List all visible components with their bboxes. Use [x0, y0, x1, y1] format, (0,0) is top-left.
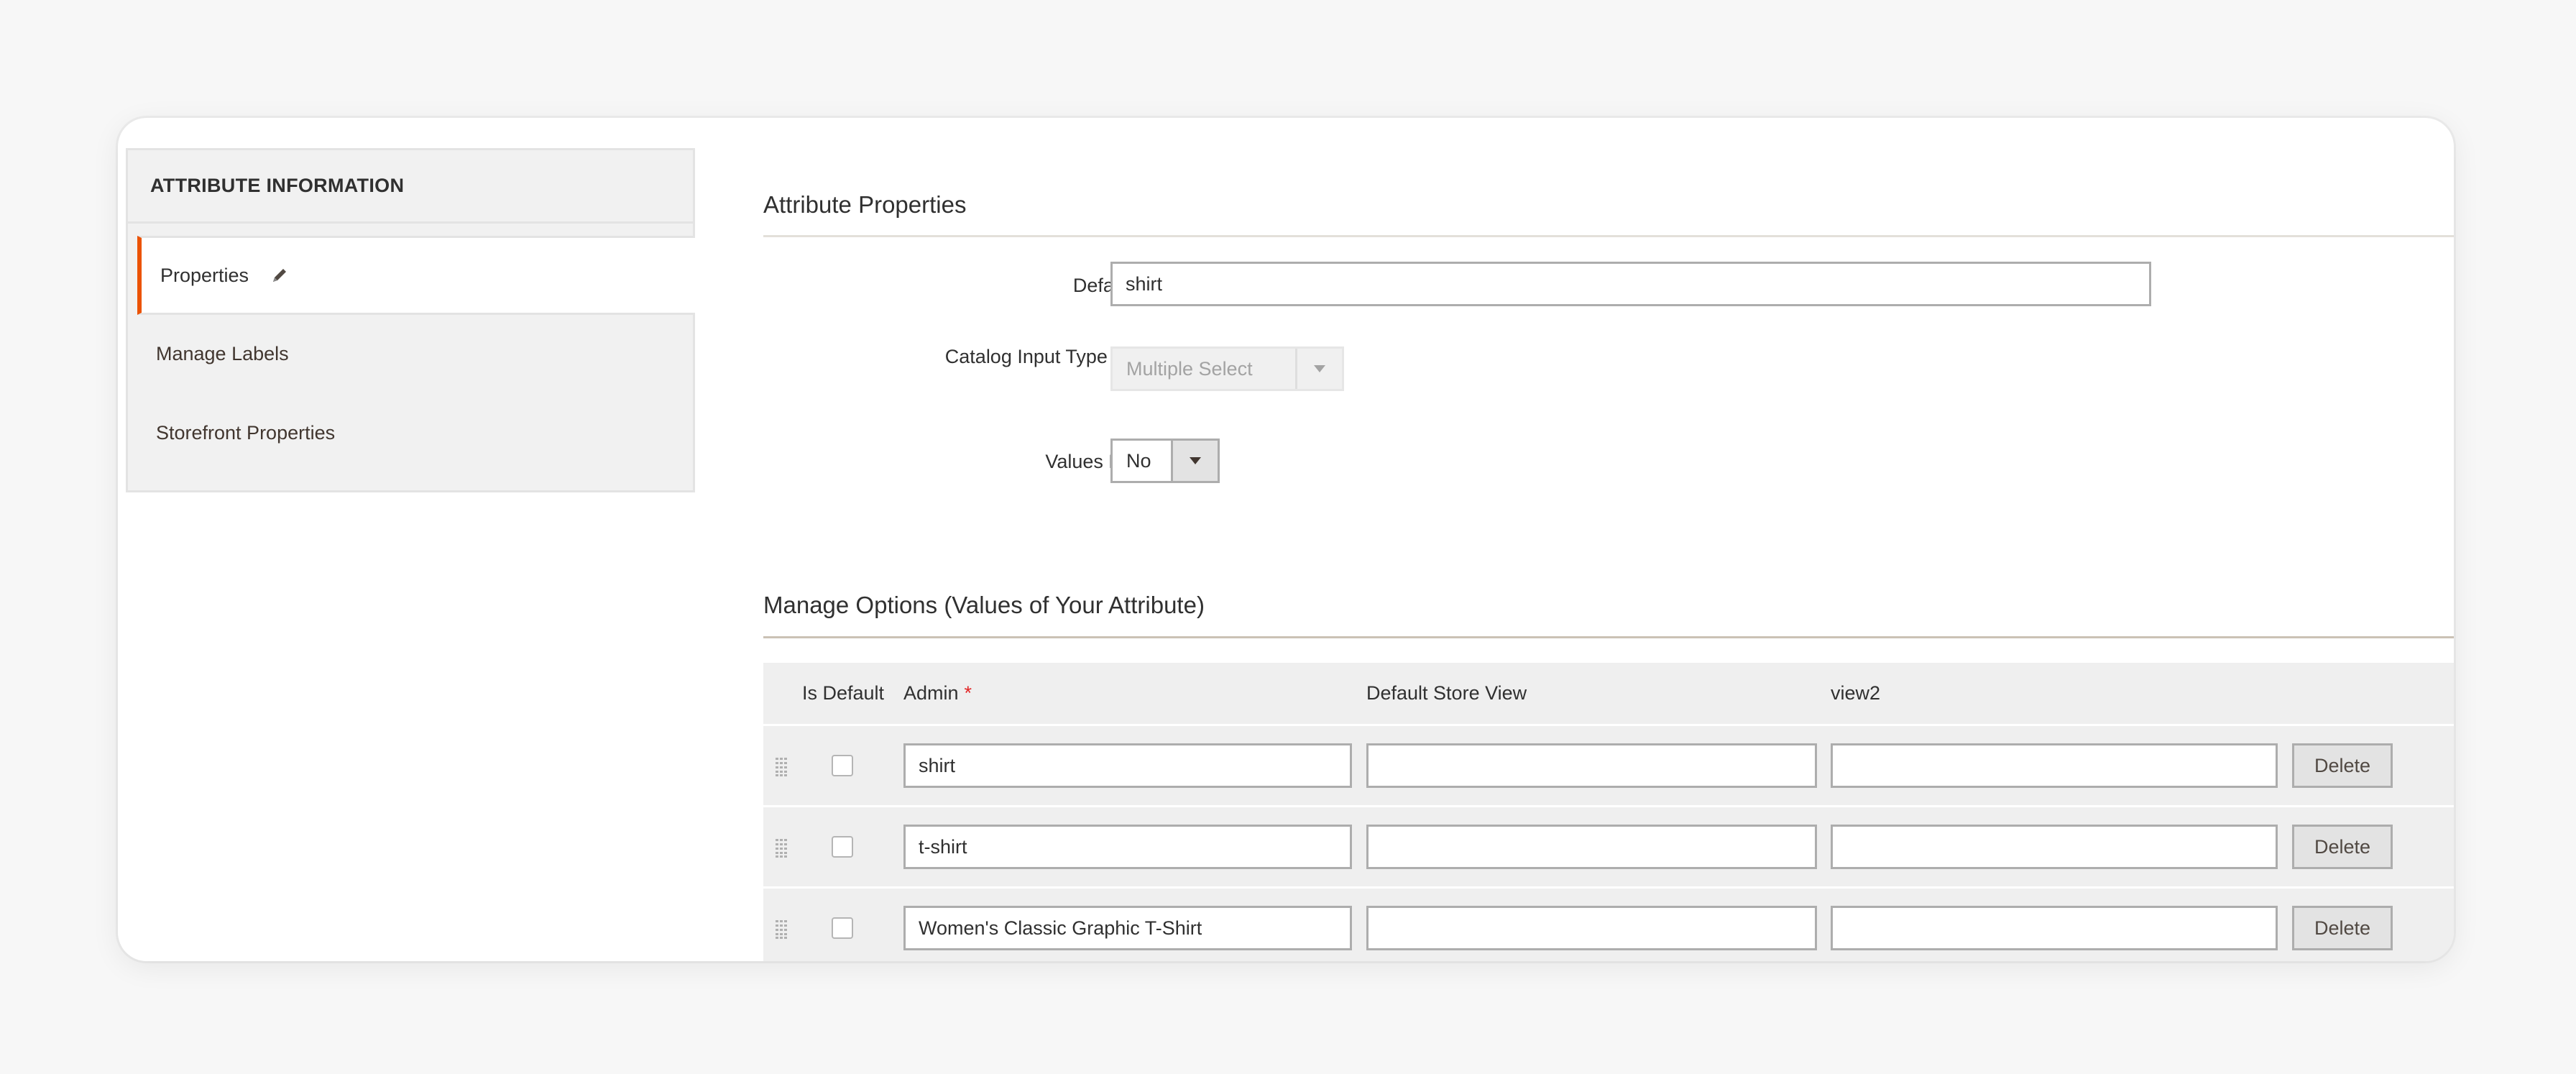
sidebar-item-properties[interactable]: Properties: [137, 236, 695, 315]
options-table: Is Default Admin * Default Store View vi…: [763, 663, 2454, 961]
column-header-default-store-view: Default Store View: [1366, 682, 1527, 704]
table-row: t-shirt Delete: [763, 805, 2454, 886]
sidebar-item-storefront-properties[interactable]: Storefront Properties: [128, 393, 693, 472]
chevron-down-icon: [1295, 349, 1342, 389]
table-row: Women's Classic Graphic T-Shirt Delete: [763, 886, 2454, 961]
options-divider: [763, 636, 2454, 638]
column-header-admin-label: Admin: [903, 682, 959, 704]
delete-button[interactable]: Delete: [2292, 743, 2393, 788]
manage-options-title: Manage Options (Values of Your Attribute…: [763, 592, 1205, 618]
values-required-select[interactable]: No: [1110, 439, 1220, 483]
delete-button[interactable]: Delete: [2292, 906, 2393, 950]
sidebar-item-label: Manage Labels: [156, 342, 289, 364]
view2-input[interactable]: [1831, 825, 2278, 869]
sidebar-title: ATTRIBUTE INFORMATION: [128, 150, 693, 224]
values-required-row: [763, 566, 1187, 592]
default-store-view-input[interactable]: [1366, 743, 1817, 788]
column-header-admin: Admin *: [903, 663, 972, 724]
default-label-input[interactable]: shirt: [1110, 262, 2151, 306]
is-default-checkbox[interactable]: [832, 755, 853, 776]
admin-value-input[interactable]: t-shirt: [903, 825, 1352, 869]
admin-value-input[interactable]: shirt: [903, 743, 1352, 788]
drag-handle-icon[interactable]: [776, 758, 788, 776]
column-header-view2: view2: [1831, 682, 1881, 704]
values-required-value: No: [1126, 449, 1151, 472]
drag-handle-icon[interactable]: [776, 839, 788, 858]
drag-handle-icon[interactable]: [776, 920, 788, 939]
column-header-is-default: Is Default: [802, 682, 885, 704]
attribute-info-sidebar: ATTRIBUTE INFORMATION Properties Manage …: [126, 148, 695, 492]
default-store-view-input[interactable]: [1366, 906, 1817, 950]
sidebar-item-label: Storefront Properties: [156, 421, 336, 444]
sidebar-item-label: Properties: [160, 264, 249, 286]
delete-button[interactable]: Delete: [2292, 825, 2393, 869]
required-indicator: *: [964, 682, 972, 704]
section-divider: [763, 235, 2454, 237]
view2-input[interactable]: [1831, 906, 2278, 950]
chevron-down-icon: [1171, 441, 1218, 481]
is-default-checkbox[interactable]: [832, 836, 853, 858]
sidebar-item-manage-labels[interactable]: Manage Labels: [128, 314, 693, 393]
pencil-icon: [270, 266, 289, 285]
attribute-edit-panel: ATTRIBUTE INFORMATION Properties Manage …: [118, 118, 2454, 961]
catalog-input-type-select: Multiple Select: [1110, 346, 1344, 391]
is-default-checkbox[interactable]: [832, 917, 853, 939]
admin-value-input[interactable]: Women's Classic Graphic T-Shirt: [903, 906, 1352, 950]
catalog-input-type-value: Multiple Select: [1126, 357, 1253, 380]
view2-input[interactable]: [1831, 743, 2278, 788]
default-store-view-input[interactable]: [1366, 825, 1817, 869]
attribute-properties-title: Attribute Properties: [763, 191, 967, 218]
table-row: shirt Delete: [763, 724, 2454, 805]
